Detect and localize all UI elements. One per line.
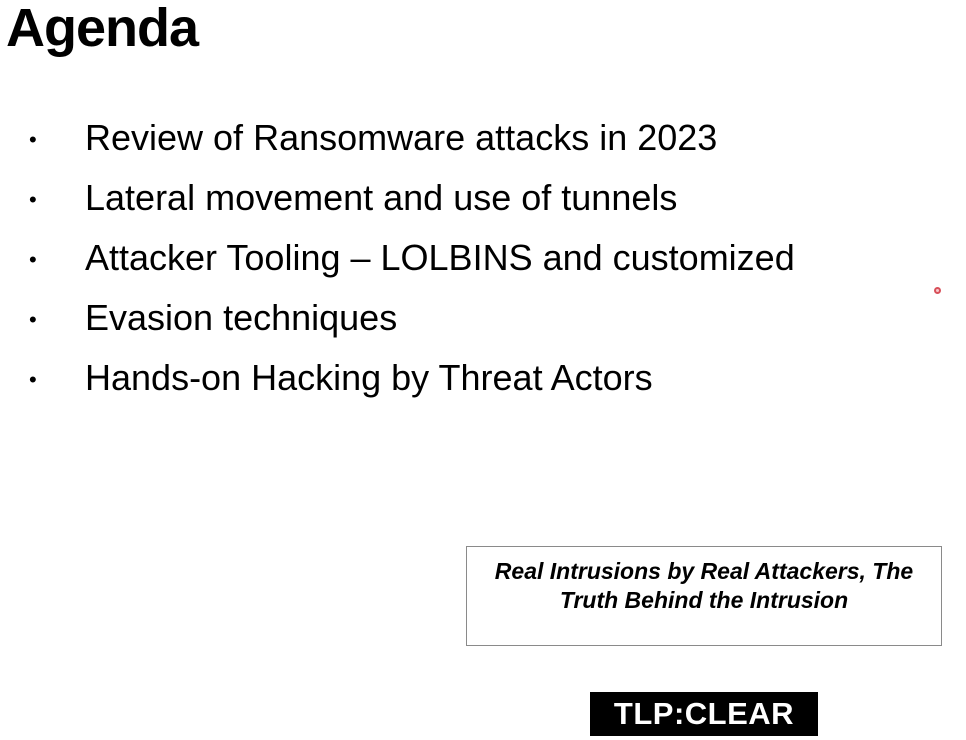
agenda-list: • Review of Ransomware attacks in 2023 •… bbox=[0, 108, 940, 408]
subtitle-line: Truth Behind the Intrusion bbox=[559, 587, 849, 613]
slide-title: Agenda bbox=[6, 0, 199, 58]
agenda-item: • Lateral movement and use of tunnels bbox=[0, 168, 940, 228]
agenda-item-text: Evasion techniques bbox=[85, 297, 398, 338]
subtitle-line: Real Intrusions by Real Attackers, The bbox=[494, 558, 914, 584]
bullet-icon: • bbox=[29, 127, 37, 152]
laser-pointer-icon bbox=[934, 287, 941, 294]
agenda-item-text: Lateral movement and use of tunnels bbox=[85, 177, 678, 218]
agenda-item-text: Attacker Tooling – LOLBINS and customize… bbox=[85, 237, 795, 278]
agenda-item: • Review of Ransomware attacks in 2023 bbox=[0, 108, 940, 168]
agenda-item: • Evasion techniques bbox=[0, 288, 940, 348]
agenda-item: • Hands-on Hacking by Threat Actors bbox=[0, 348, 940, 408]
tlp-classification-badge: TLP:CLEAR bbox=[590, 692, 818, 736]
agenda-item: • Attacker Tooling – LOLBINS and customi… bbox=[0, 228, 940, 288]
presentation-subtitle-box: Real Intrusions by Real Attackers, The T… bbox=[466, 546, 942, 646]
bullet-icon: • bbox=[29, 367, 37, 392]
bullet-icon: • bbox=[29, 187, 37, 212]
bullet-icon: • bbox=[29, 307, 37, 332]
agenda-item-text: Review of Ransomware attacks in 2023 bbox=[85, 117, 718, 158]
agenda-item-text: Hands-on Hacking by Threat Actors bbox=[85, 357, 653, 398]
bullet-icon: • bbox=[29, 247, 37, 272]
